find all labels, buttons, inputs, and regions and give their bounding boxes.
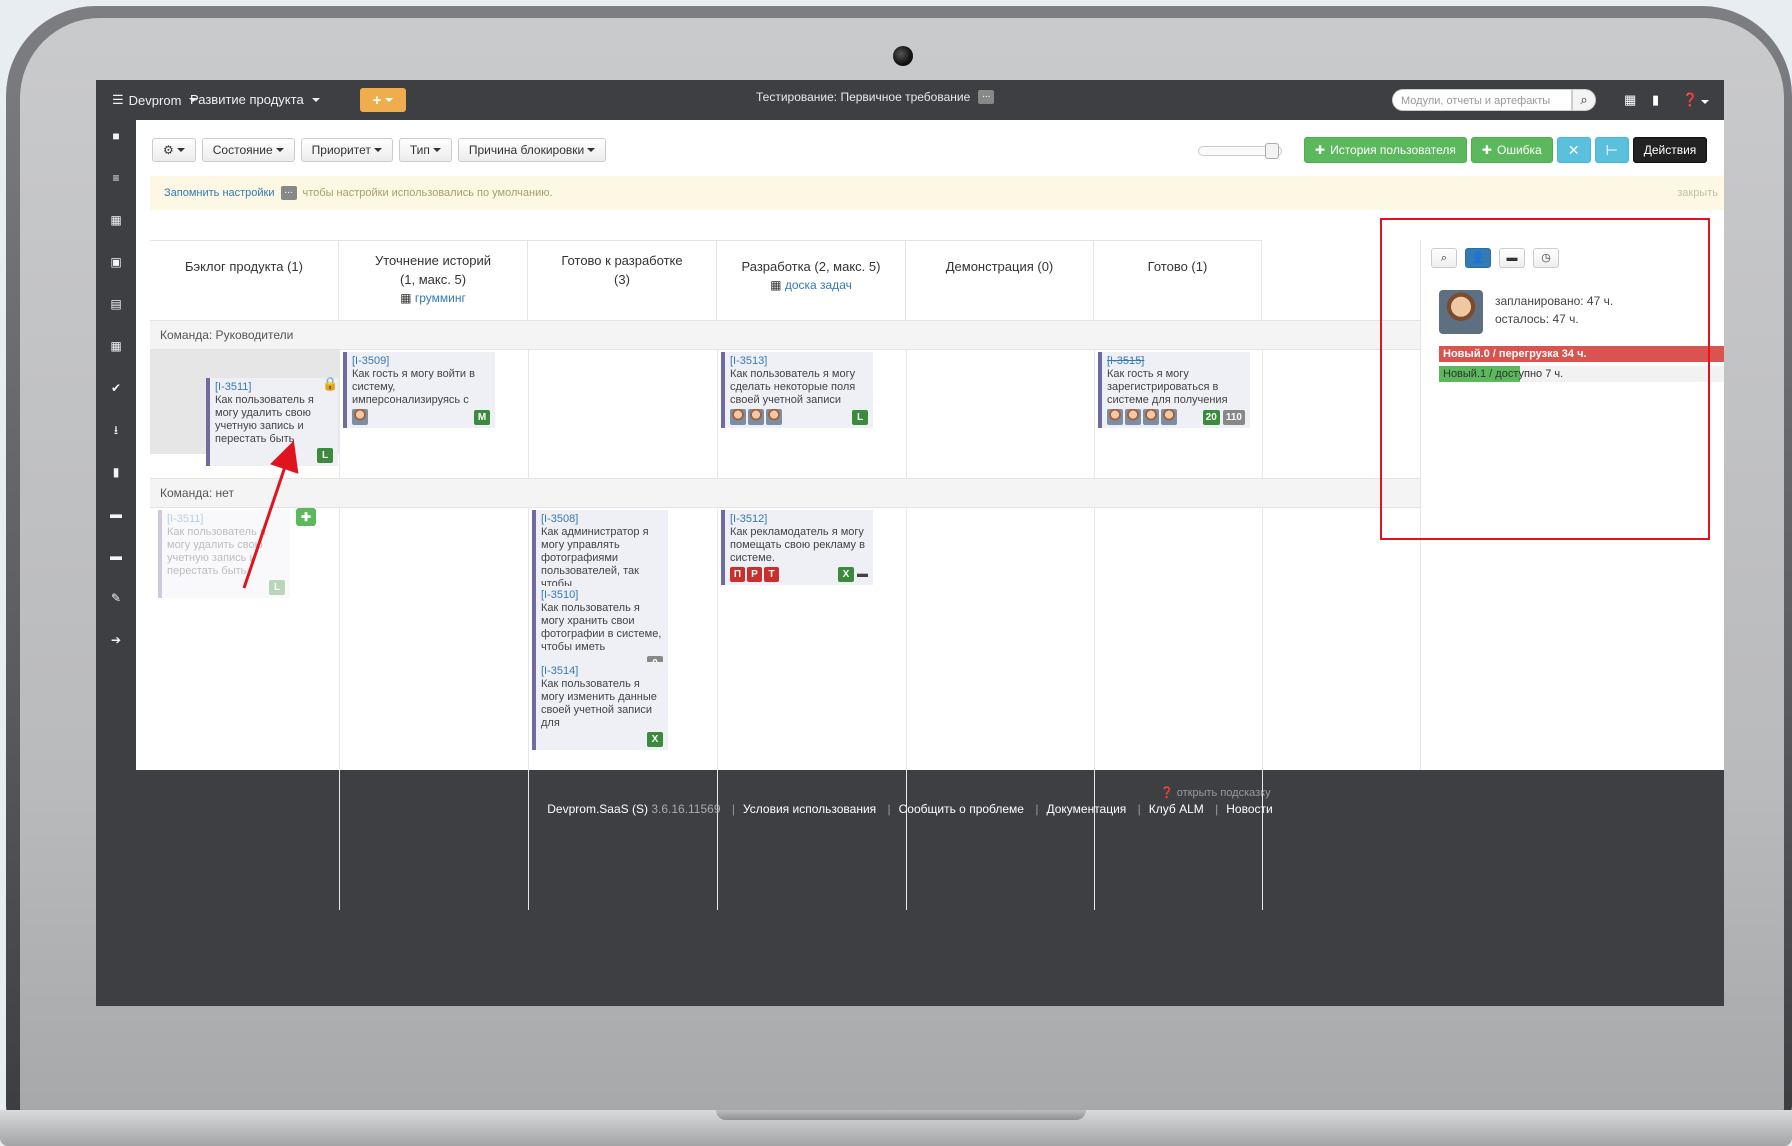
annotation-arrow [242,440,299,589]
